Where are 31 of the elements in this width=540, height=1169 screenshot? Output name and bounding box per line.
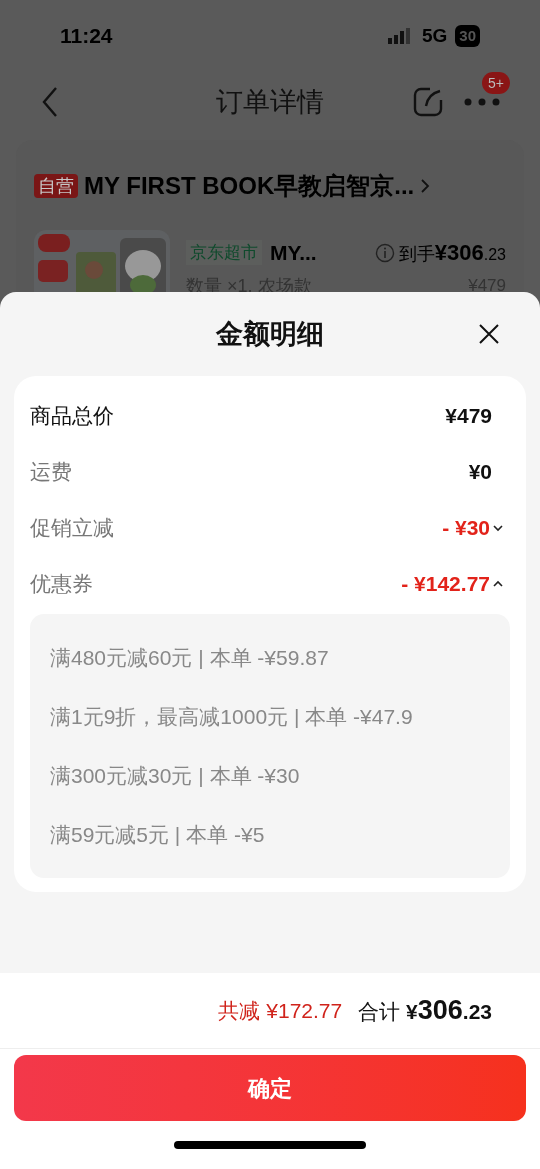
amount-label: 商品总价: [30, 403, 114, 430]
sheet-title: 金额明细: [216, 317, 324, 351]
page-title: 订单详情: [216, 85, 324, 119]
share-icon[interactable]: [412, 86, 444, 118]
coupon-detail: 满59元减5元 | 本单 -¥5: [50, 821, 266, 848]
close-icon[interactable]: [478, 323, 500, 345]
confirm-button[interactable]: 确定: [14, 1055, 526, 1121]
final-price: 到手¥306.23: [398, 239, 506, 267]
amount-value: ¥0: [468, 459, 493, 486]
product-name: MY...: [270, 239, 317, 266]
coupon-detail: 满1元9折，最高减1000元 | 本单 -¥47.9: [50, 703, 414, 730]
self-operated-tag: 自营: [34, 174, 78, 198]
store-name[interactable]: MY FIRST BOOK早教启智京...: [84, 168, 415, 204]
notification-badge: 5+: [482, 72, 510, 94]
amount-label: 运费: [30, 459, 72, 486]
status-time: 11:24: [60, 23, 113, 50]
coupon-detail: 满480元减60元 | 本单 -¥59.87: [50, 644, 330, 671]
chevron-right-icon[interactable]: [420, 178, 431, 194]
amount-label: 促销立减: [30, 515, 114, 542]
amount-value: ¥479: [445, 403, 493, 430]
amount-label: 优惠券: [30, 571, 93, 598]
total-savings: 共减 ¥172.77: [218, 997, 343, 1024]
amount-value[interactable]: - ¥30: [442, 512, 490, 544]
coupon-detail: 满300元减30元 | 本单 -¥30: [50, 762, 301, 789]
info-icon[interactable]: [374, 242, 395, 263]
total-amount: 合计 ¥306.23: [358, 994, 492, 1028]
more-icon[interactable]: [464, 98, 500, 106]
network-label: 5G: [421, 23, 448, 48]
amount-value[interactable]: - ¥142.77: [401, 568, 490, 600]
supermarket-tag: 京东超市: [186, 239, 262, 266]
battery-icon: 30: [455, 25, 480, 47]
